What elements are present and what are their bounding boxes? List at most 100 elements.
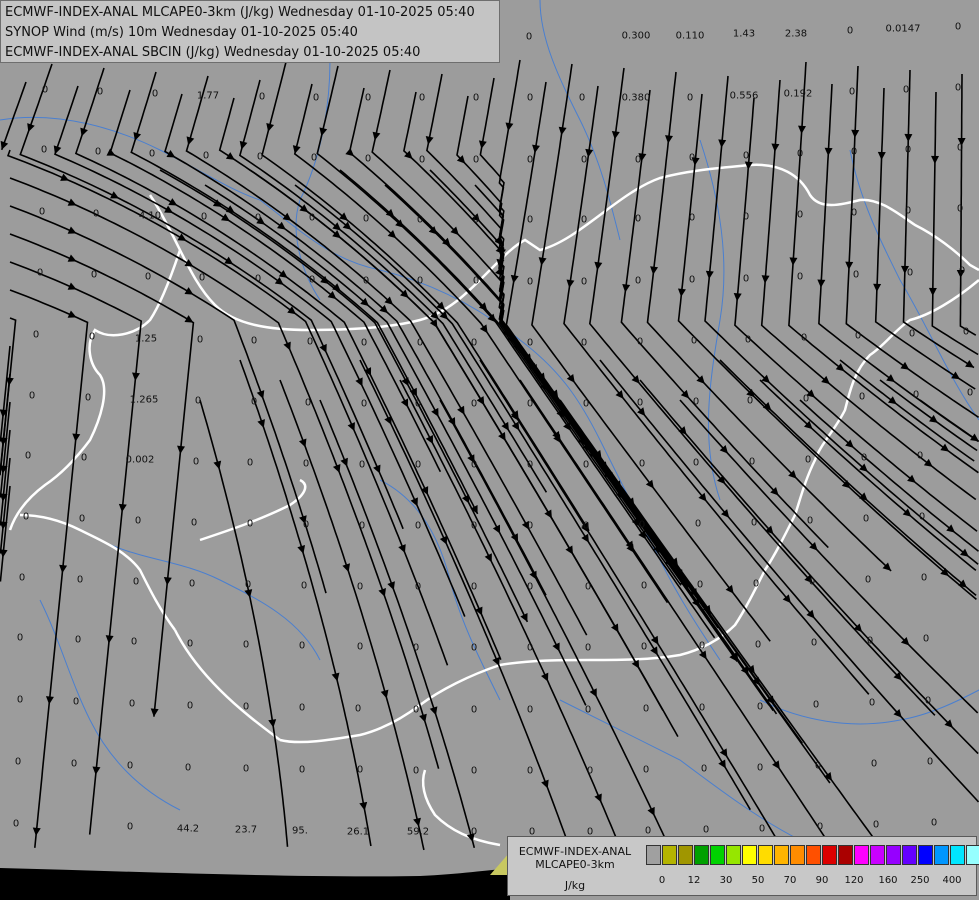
streamline-arrowhead xyxy=(817,279,826,288)
station-value: 0 xyxy=(358,459,366,471)
station-value: 0 xyxy=(808,576,816,588)
station-value: 0 xyxy=(78,513,86,525)
station-value: 0.002 xyxy=(125,454,155,466)
streamline-arrowhead xyxy=(478,140,487,149)
streamline-arrowhead xyxy=(331,672,340,682)
station-value: 0 xyxy=(582,520,590,532)
station-value: 0 xyxy=(858,391,866,403)
legend-title-line2: MLCAPE0-3km xyxy=(535,858,615,871)
station-value: 0 xyxy=(690,335,698,347)
station-value: 0 xyxy=(582,459,590,471)
station-value: 0 xyxy=(414,398,422,410)
station-value: 1.25 xyxy=(134,333,158,345)
station-value: 0 xyxy=(918,511,926,523)
station-value: 0 xyxy=(148,148,156,160)
station-value: 0 xyxy=(688,212,696,224)
station-value: 0 xyxy=(300,580,308,592)
streamline-arrowhead xyxy=(923,458,933,467)
streamline-arrowhead xyxy=(359,801,368,811)
streamline-arrowhead xyxy=(221,213,230,222)
streamline-arrowhead xyxy=(342,563,350,573)
station-value: 0 xyxy=(470,337,478,349)
station-value: 4.10 xyxy=(138,210,162,222)
legend-swatch xyxy=(918,845,933,865)
streamline xyxy=(9,205,327,594)
streamline-arrowhead xyxy=(225,205,235,214)
station-value: 0 xyxy=(254,273,262,285)
station-value: 0 xyxy=(24,450,32,462)
station-value: 0 xyxy=(416,275,424,287)
station-value: 0 xyxy=(186,638,194,650)
station-value: 0 xyxy=(414,459,422,471)
station-value: 0 xyxy=(298,764,306,776)
streamline-arrowhead xyxy=(505,122,514,132)
station-value: 0 xyxy=(924,695,932,707)
station-value: 0 xyxy=(16,694,24,706)
station-value: 0 xyxy=(912,389,920,401)
station-value: 0 xyxy=(640,641,648,653)
station-value: 0 xyxy=(198,272,206,284)
station-value: 0 xyxy=(92,208,100,220)
border-line xyxy=(8,249,182,531)
station-value: 0 xyxy=(754,639,762,651)
streamline-arrowhead xyxy=(611,130,620,140)
legend-swatch xyxy=(822,845,837,865)
legend-unit: J/kg xyxy=(564,879,586,892)
station-value: 0 xyxy=(242,763,250,775)
station-value: 0 xyxy=(470,765,478,777)
streamline xyxy=(9,233,195,717)
streamline xyxy=(479,359,784,851)
station-value: 0 xyxy=(756,701,764,713)
station-value: 0 xyxy=(864,574,872,586)
legend-swatch xyxy=(678,845,693,865)
streamline-arrowhead xyxy=(798,125,806,134)
streamline-arrowhead xyxy=(566,373,575,383)
station-value: 0 xyxy=(904,144,912,156)
streamline-arrowhead xyxy=(224,256,234,265)
legend-tick-label: 250 xyxy=(910,875,930,886)
legend-swatch xyxy=(806,845,821,865)
streamline-arrowhead xyxy=(887,396,897,405)
wind-arrowheads xyxy=(0,122,979,842)
station-value: 0 xyxy=(686,92,694,104)
legend-swatch xyxy=(838,845,853,865)
station-value: 0.110 xyxy=(675,30,705,42)
legend-swatches xyxy=(646,845,979,865)
station-value: 0 xyxy=(922,633,930,645)
station-value: 0 xyxy=(304,397,312,409)
station-value: 0 xyxy=(246,457,254,469)
streamline-arrowhead xyxy=(277,221,286,230)
station-value: 0.192 xyxy=(783,88,813,100)
station-value: 0 xyxy=(72,696,80,708)
legend-swatch xyxy=(774,845,789,865)
streamline-arrowhead xyxy=(761,275,770,284)
station-value: 0 xyxy=(702,824,710,836)
station-value: 0 xyxy=(242,701,250,713)
streamline-arrowhead xyxy=(372,131,381,141)
station-value: 0 xyxy=(750,517,758,529)
station-value: 44.2 xyxy=(176,823,200,835)
station-value: 0 xyxy=(846,25,854,37)
station-value: 0 xyxy=(412,704,420,716)
station-value: 0 xyxy=(868,697,876,709)
station-value: 0 xyxy=(250,396,258,408)
station-value: 0 xyxy=(860,452,868,464)
legend-title: ECMWF-INDEX-ANAL MLCAPE0-3km xyxy=(512,845,638,871)
station-value: 2.38 xyxy=(784,28,808,40)
station-value: 0 xyxy=(526,214,534,226)
streamline xyxy=(505,81,712,615)
streamline-arrowhead xyxy=(718,139,727,148)
station-value: 0 xyxy=(362,213,370,225)
legend-tick-label: 70 xyxy=(783,875,797,886)
station-value: 0 xyxy=(800,332,808,344)
station-value: 0.556 xyxy=(729,90,759,102)
station-value: 1.77 xyxy=(196,90,220,102)
station-value: 0 xyxy=(470,459,478,471)
streamline-arrowhead xyxy=(299,204,309,213)
station-value: 23.7 xyxy=(234,824,258,836)
station-value: 0 xyxy=(954,82,962,94)
station-value: 0 xyxy=(41,84,49,96)
station-value: 0 xyxy=(526,276,534,288)
streamline-arrowhead xyxy=(510,274,519,284)
station-value: 0 xyxy=(310,152,318,164)
